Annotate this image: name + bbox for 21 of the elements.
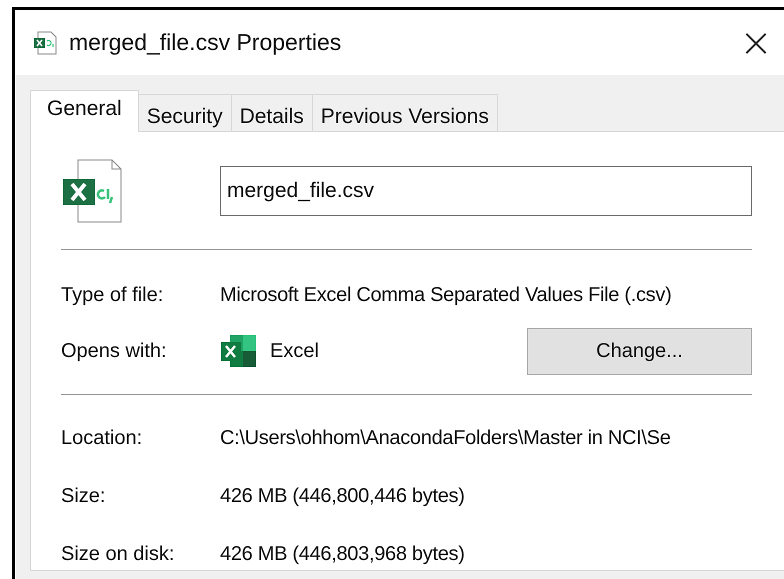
field-value: 426 MB (446,800,446 bytes)	[220, 484, 465, 509]
tab[interactable]: General	[30, 90, 139, 132]
field-label: Location:	[61, 426, 144, 451]
field-label: Size:	[61, 484, 106, 509]
field-value: C:\Users\ohhom\AnacondaFolders\Master in NCI\Se	[220, 426, 671, 451]
spreadsheet-app-icon	[220, 334, 257, 368]
spreadsheet-file-icon	[62, 158, 122, 222]
close-button[interactable]: ×	[736, 20, 776, 64]
field-value: 426 MB (446,803,968 bytes)	[220, 542, 465, 567]
field-label: Type of file:	[61, 283, 164, 308]
field-label: Opens with:	[61, 339, 168, 364]
file-name-field[interactable]: merged_file.csv	[220, 166, 752, 216]
change-button[interactable]: Change...	[527, 328, 752, 374]
tab[interactable]: Security	[138, 94, 232, 131]
tab[interactable]: Details	[232, 94, 313, 131]
app-name: Excel	[270, 339, 319, 364]
tab[interactable]: Previous Versions	[312, 94, 498, 131]
window-title: merged_file.csv Properties	[69, 28, 342, 58]
file-type-text: Microsoft Excel Comma Separated Values File (.csv)	[220, 283, 672, 308]
spreadsheet-file-icon	[33, 30, 59, 54]
field-label: Size on disk:	[61, 542, 176, 567]
